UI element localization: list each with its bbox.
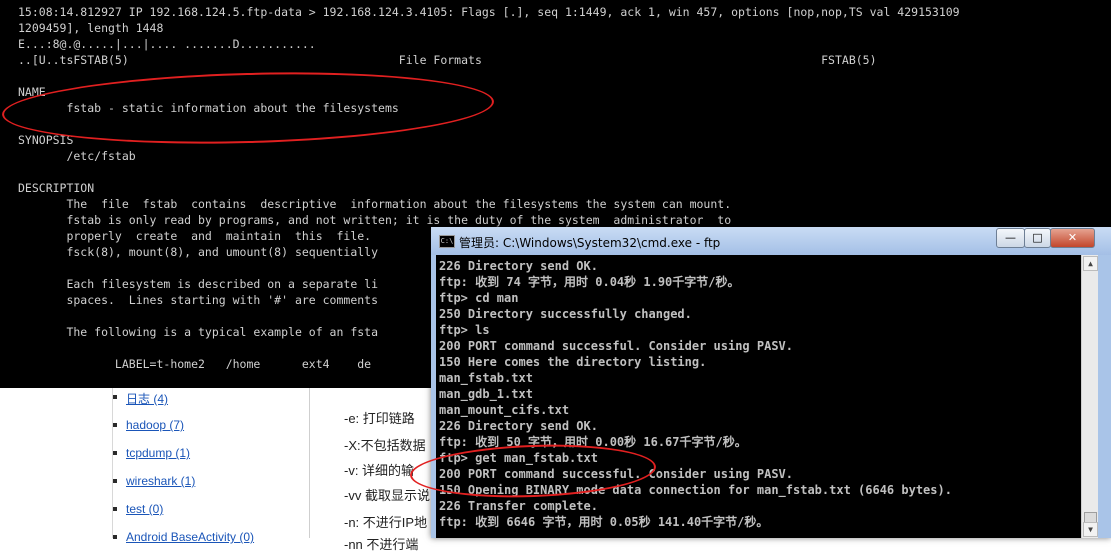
console-line: ftp> cd man [439,291,519,305]
bullet-icon [113,451,117,455]
terminal-line: properly create and maintain this file. [18,229,372,243]
console-line: man_gdb_1.txt [439,387,533,401]
category-label: tcpdump (1) [126,446,191,460]
terminal-line: The file fstab contains descriptive info… [18,197,732,211]
terminal-line: Each filesystem is described on a separa… [18,277,379,291]
terminal-line: ..[U..tsFSTAB(5) File Formats FSTAB(5) [18,53,877,67]
close-button[interactable]: ✕ [1050,228,1095,248]
category-label: wireshark (1) [126,474,196,488]
window-title: 管理员: C:\Windows\System32\cmd.exe - ftp [459,236,721,250]
console-line: 226 Transfer complete. [439,499,598,513]
page-left-margin [0,388,18,538]
bullet-icon [113,423,117,427]
cmd-icon[interactable]: C:\ [439,235,455,248]
option-text: -v: 详细的输 [344,463,415,478]
console-line: 250 Directory successfully changed. [439,307,692,321]
console-line: man_mount_cifs.txt [439,403,570,417]
category-link[interactable]: Android BaseActivity (0) [113,530,255,544]
category-link[interactable]: tcpdump (1) [113,446,191,460]
terminal-line: fsck(8), mount(8), and umount(8) sequent… [18,245,379,259]
terminal-line: E...:8@.@.....|...|.... .......D........… [18,37,316,51]
category-link[interactable]: test (0) [113,502,164,516]
option-text: -X:不包括数据 [344,438,426,453]
console-line: 226 Directory send OK. [439,259,598,273]
terminal-line: 15:08:14.812927 IP 192.168.124.5.ftp-dat… [18,5,960,19]
category-label: test (0) [126,502,164,516]
terminal-line: spaces. Lines starting with '#' are comm… [18,293,379,307]
category-list: 日志 (4) hadoop (7) tcpdump (1) wireshark … [112,388,310,544]
option-text: -n: 不进行IP地 [344,515,428,530]
category-label: hadoop (7) [126,418,185,432]
minimize-button[interactable]: — [996,228,1025,248]
terminal-line: LABEL=t-home2 /home ext4 de [18,357,372,371]
console-line: ftp: 收到 6646 字节，用时 0.05秒 141.40千字节/秒。 [439,515,769,529]
title-bar[interactable]: C:\ 管理员: C:\Windows\System32\cmd.exe - f… [431,227,1111,255]
bullet-icon [113,507,117,511]
bullet-icon [113,479,117,483]
console-line: 200 PORT command successful. Consider us… [439,339,794,353]
terminal-line: fstab is only read by programs, and not … [18,213,732,227]
option-text: -e: 打印链路 [344,411,415,426]
maximize-button[interactable]: □ [1024,228,1051,248]
console-line: ftp> ls [439,323,490,337]
console-line: 226 Directory send OK. [439,419,598,433]
terminal-line: 1209459], length 1448 [18,21,164,35]
category-link[interactable]: hadoop (7) [113,418,185,432]
category-label: 日志 (4) [126,392,169,406]
option-text: -nn 不进行端 [344,537,419,552]
bullet-icon [113,535,117,539]
console-line: 150 Here comes the directory listing. [439,355,707,369]
window-frame [1098,255,1111,538]
scroll-up-icon[interactable]: ▲ [1083,256,1098,271]
console-line: ftp: 收到 74 字节，用时 0.04秒 1.90千字节/秒。 [439,275,740,289]
vertical-scrollbar[interactable]: ▲ ▼ [1081,255,1099,538]
terminal-line: /etc/fstab [18,149,136,163]
console-line: man_fstab.txt [439,371,533,385]
category-link[interactable]: 日志 (4) [113,390,169,407]
category-link[interactable]: wireshark (1) [113,474,196,488]
terminal-line: DESCRIPTION [18,181,95,195]
bullet-icon [113,395,117,399]
scroll-down-icon[interactable]: ▼ [1083,522,1098,537]
category-label: Android BaseActivity (0) [126,530,255,544]
terminal-line: The following is a typical example of an… [18,325,379,339]
option-text: -vv 截取显示说 [344,488,430,503]
